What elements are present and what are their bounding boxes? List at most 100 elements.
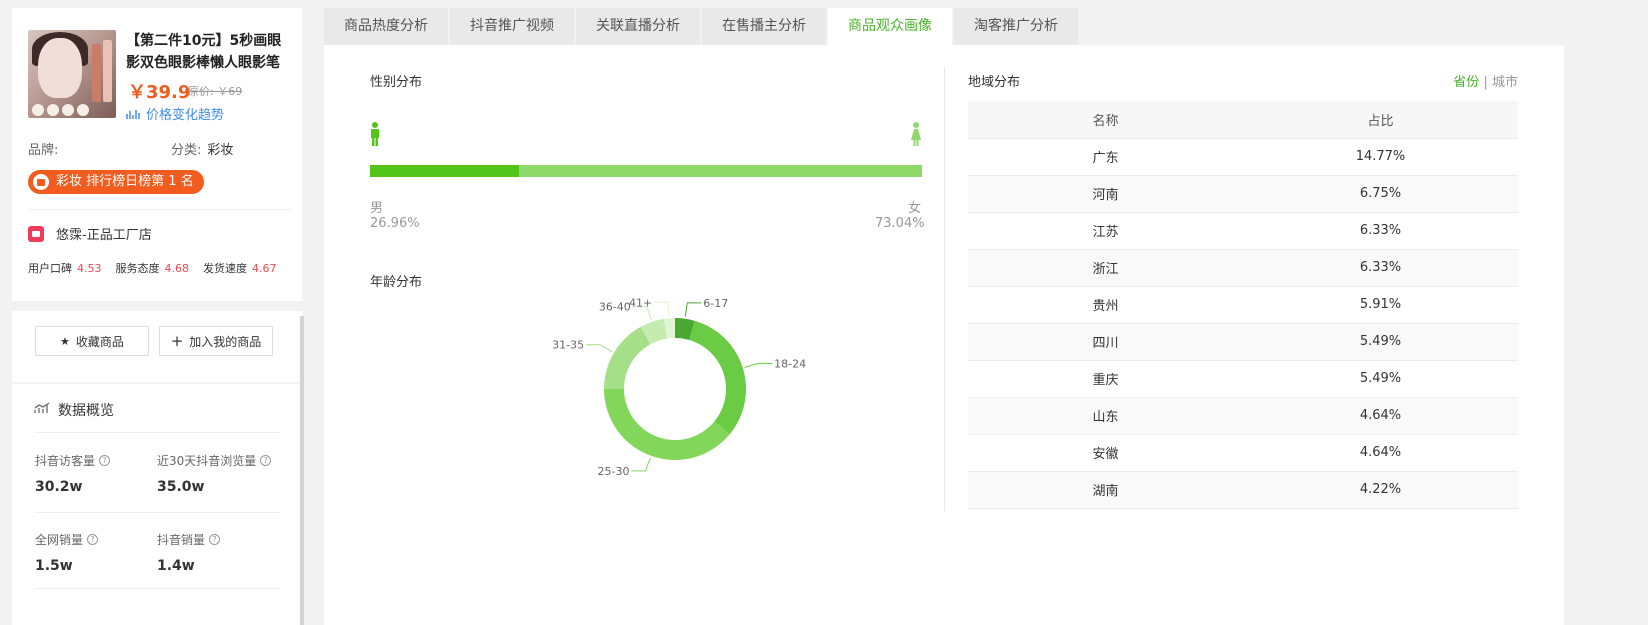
product-title[interactable]: 【第二件10元】5秒画眼影双色眼影棒懒人眼影笔防… — [126, 30, 294, 74]
tab-audience-profile[interactable]: 商品观众画像 — [828, 8, 952, 45]
tab-promo-videos[interactable]: 抖音推广视频 — [450, 8, 574, 45]
tab-bar: 商品热度分析 抖音推广视频 关联直播分析 在售播主分析 商品观众画像 淘客推广分… — [324, 8, 1078, 45]
region-share: 6.33% — [1243, 249, 1518, 287]
growth-chart-icon — [34, 402, 50, 418]
section-gap — [12, 382, 302, 384]
category-value: 彩妆 — [207, 143, 234, 158]
donut-leader-line — [684, 302, 702, 317]
rank-badge[interactable]: 彩妆 排行榜日榜第 1 名 — [28, 170, 204, 194]
tab-streamer-analysis[interactable]: 在售播主分析 — [702, 8, 826, 45]
metric-value: 30.2w — [35, 479, 83, 495]
male-bar-fill — [370, 165, 519, 177]
trend-chart-icon — [126, 108, 140, 120]
table-row: 重庆 5.49% — [968, 360, 1518, 398]
favorite-button[interactable]: ★ 收藏商品 — [35, 326, 149, 356]
tab-heat-analysis[interactable]: 商品热度分析 — [324, 8, 448, 45]
female-icon — [911, 122, 921, 146]
donut-label: 18-24 — [774, 357, 806, 370]
region-share: 4.64% — [1243, 397, 1518, 435]
donut-slice-31-35[interactable] — [604, 326, 651, 389]
region-share: 5.91% — [1243, 286, 1518, 324]
metric-label: 抖音访客量? — [35, 452, 111, 469]
table-row: 四川 5.49% — [968, 323, 1518, 361]
age-title: 年龄分布 — [370, 275, 423, 290]
shop-scores: 用户口碑 4.53 服务态度 4.68 发货速度 4.67 — [28, 260, 277, 276]
region-title: 地域分布 — [968, 75, 1021, 90]
region-share: 6.33% — [1243, 212, 1518, 250]
help-icon[interactable]: ? — [260, 455, 272, 466]
region-share: 4.64% — [1243, 434, 1518, 472]
donut-slice-18-24[interactable] — [689, 320, 746, 435]
region-share: 6.75% — [1243, 175, 1518, 213]
male-percentage: 26.96% — [370, 216, 420, 231]
shop-name[interactable]: 悠霂-正品工厂店 — [56, 224, 152, 243]
product-price: ￥39.9 — [128, 82, 191, 103]
shop-score: 服务态度 4.68 — [115, 262, 190, 275]
section-gap — [12, 301, 302, 311]
region-name: 山东 — [968, 397, 1243, 435]
region-name: 四川 — [968, 323, 1243, 361]
tab-taoke-analysis[interactable]: 淘客推广分析 — [954, 8, 1078, 45]
add-to-my-products-button[interactable]: + 加入我的商品 — [159, 326, 273, 356]
region-table: 名称 占比 广东 14.77% 河南 6.75% 江苏 6.33% 浙江 6.33% 贵… — [968, 101, 1518, 509]
rank-badge-label: 彩妆 排行榜日榜第 1 名 — [56, 174, 194, 189]
region-name: 河南 — [968, 175, 1243, 213]
region-share: 5.49% — [1243, 360, 1518, 398]
region-name: 广东 — [968, 138, 1243, 176]
city-toggle[interactable]: 城市 — [1492, 75, 1518, 90]
product-original-price: 原价: ￥69 — [188, 85, 243, 98]
region-name: 安徽 — [968, 434, 1243, 472]
plus-icon: + — [170, 332, 184, 350]
brand-label: 品牌: — [28, 143, 59, 158]
gender-title: 性别分布 — [370, 75, 423, 90]
category-row: 分类: 彩妆 — [171, 139, 233, 158]
table-header-row: 名称 占比 — [968, 101, 1518, 139]
region-toggle: 省份 | 城市 — [1453, 71, 1518, 90]
help-icon[interactable]: ? — [99, 455, 111, 466]
donut-label: 31-35 — [552, 339, 584, 352]
male-icon — [370, 122, 380, 146]
overview-title: 数据概览 — [34, 400, 114, 420]
age-donut-chart: 6-17 18-24 25-30 31-35 36-4041+ — [552, 296, 806, 478]
category-label: 分类: — [171, 143, 202, 158]
donut-leader-line — [631, 457, 651, 472]
help-icon[interactable]: ? — [209, 534, 221, 545]
donut-label: 25-30 — [598, 465, 630, 478]
metric-label: 全网销量? — [35, 531, 99, 548]
table-row: 广东 14.77% — [968, 138, 1518, 176]
female-label: 女 — [908, 201, 922, 216]
table-row: 贵州 5.91% — [968, 286, 1518, 324]
table-row: 湖南 4.22% — [968, 471, 1518, 509]
product-image[interactable] — [28, 30, 116, 118]
region-name: 江苏 — [968, 212, 1243, 250]
metric-label: 近30天抖音浏览量? — [157, 452, 272, 469]
donut-slice-25-30[interactable] — [604, 389, 730, 460]
brand-row: 品牌: — [28, 139, 58, 158]
region-name: 贵州 — [968, 286, 1243, 324]
shop-icon — [28, 226, 44, 242]
toggle-separator: | — [1483, 75, 1488, 90]
table-row: 江苏 6.33% — [968, 212, 1518, 250]
metric-value: 35.0w — [157, 479, 205, 495]
male-label: 男 — [370, 201, 384, 216]
column-divider — [944, 67, 945, 511]
divider — [34, 588, 280, 589]
region-share: 4.22% — [1243, 471, 1518, 509]
sidebar-scrollbar[interactable] — [300, 316, 304, 625]
shop-score: 用户口碑 4.53 — [28, 262, 102, 275]
donut-label: 6-17 — [703, 297, 728, 310]
donut-leader-line — [744, 362, 773, 369]
column-header-name: 名称 — [968, 101, 1243, 139]
help-icon[interactable]: ? — [87, 534, 99, 545]
price-trend-label: 价格变化趋势 — [146, 108, 225, 123]
metric-value: 1.5w — [35, 558, 73, 574]
region-share: 5.49% — [1243, 323, 1518, 361]
province-toggle[interactable]: 省份 — [1453, 75, 1479, 90]
table-row: 安徽 4.64% — [968, 434, 1518, 472]
metric-value: 1.4w — [157, 558, 195, 574]
analysis-panel: 商品热度分析 抖音推广视频 关联直播分析 在售播主分析 商品观众画像 淘客推广分… — [324, 0, 1564, 625]
tab-live-analysis[interactable]: 关联直播分析 — [576, 8, 700, 45]
star-icon: ★ — [60, 334, 70, 348]
price-trend-link[interactable]: 价格变化趋势 — [126, 104, 224, 123]
region-name: 湖南 — [968, 471, 1243, 509]
